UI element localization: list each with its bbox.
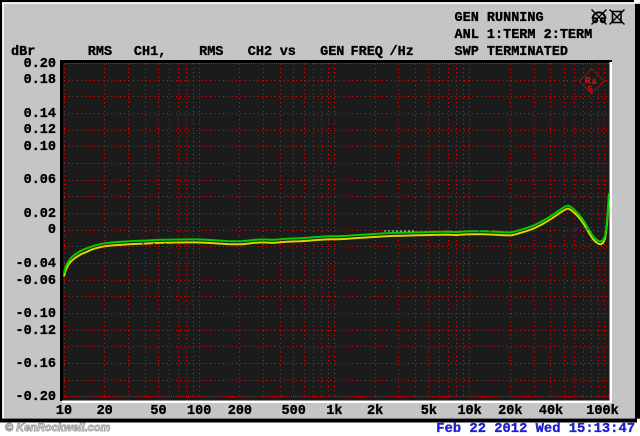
svg-text:S: S — [588, 85, 594, 95]
